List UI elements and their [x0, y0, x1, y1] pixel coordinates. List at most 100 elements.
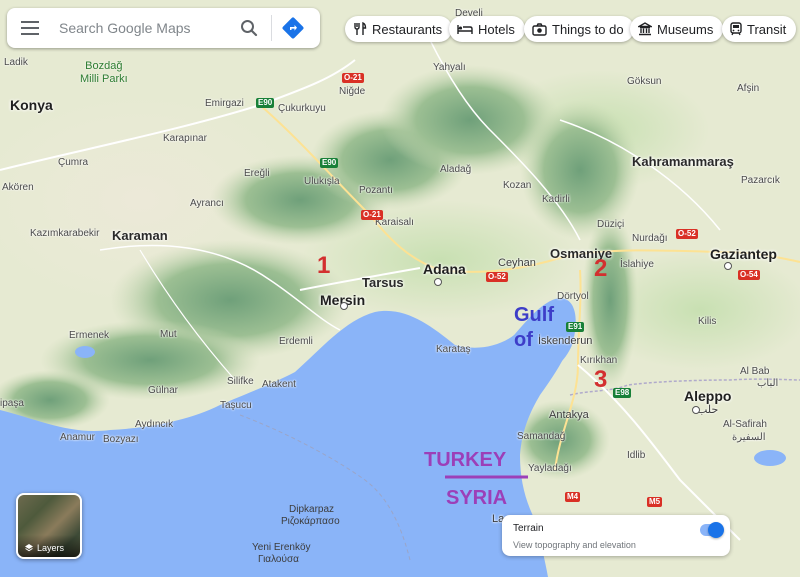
- terrain-subtitle: View topography and elevation: [513, 540, 636, 550]
- place-silifke[interactable]: Silifke: [227, 377, 254, 387]
- layers-icon: [25, 544, 33, 552]
- place-kozan[interactable]: Kozan: [503, 181, 531, 191]
- terrain-card: Terrain View topography and elevation: [502, 515, 730, 556]
- place-yayladagi[interactable]: Yayladağı: [528, 464, 572, 474]
- chip-label: Museums: [657, 21, 714, 37]
- place-ladik[interactable]: Ladik: [4, 58, 28, 68]
- annotation-of: of: [514, 329, 533, 351]
- search-input[interactable]: [57, 19, 231, 37]
- place-kazimkarabekir[interactable]: Kazımkarabekir: [30, 229, 99, 239]
- lake: [75, 346, 95, 358]
- place-ceyhan[interactable]: Ceyhan: [498, 258, 536, 269]
- annotation-number-1: 1: [317, 252, 331, 279]
- place-afsin[interactable]: Afşin: [737, 84, 759, 94]
- place-gaziantep[interactable]: Gaziantep: [710, 247, 777, 261]
- place-antakya[interactable]: Antakya: [549, 410, 589, 421]
- chip-label: Restaurants: [372, 21, 443, 37]
- annotation-gulf: Gulf: [514, 304, 554, 326]
- place-idlib[interactable]: Idlib: [627, 451, 645, 461]
- place-aleppo[interactable]: Aleppo: [684, 389, 731, 403]
- search-divider: [271, 15, 272, 41]
- road-shield: E98: [613, 388, 632, 398]
- road-shield: E90: [256, 98, 275, 108]
- place-dortyol[interactable]: Dörtyol: [557, 292, 589, 302]
- place-islahiye[interactable]: İslahiye: [620, 260, 654, 270]
- place-karatas[interactable]: Karataş: [436, 345, 470, 355]
- menu-icon[interactable]: [21, 21, 39, 35]
- place-duzici[interactable]: Düziçi: [597, 220, 624, 230]
- place-tasucu[interactable]: Taşucu: [220, 401, 252, 411]
- place-adana[interactable]: Adana: [423, 262, 466, 276]
- place-erdemli[interactable]: Erdemli: [279, 337, 313, 347]
- city-dot: [434, 278, 442, 286]
- place-yialousa: Γιαλούσα: [258, 554, 299, 565]
- annotation-number-2: 2: [594, 255, 608, 282]
- place-konya[interactable]: Konya: [10, 98, 53, 112]
- place-karapinar[interactable]: Karapınar: [163, 134, 207, 144]
- annotation-number-3: 3: [594, 366, 608, 393]
- lake-jabbul: [754, 450, 786, 466]
- road-shield: E91: [566, 322, 585, 332]
- place-ayranci[interactable]: Ayrancı: [190, 199, 224, 209]
- place-aleppo-arabic: حلب: [697, 404, 719, 416]
- place-bozyazi[interactable]: Bozyazı: [103, 435, 139, 445]
- road-shield: M5: [647, 497, 663, 507]
- place-kirikhan[interactable]: Kırıkhan: [580, 356, 617, 366]
- place-pasa[interactable]: ipaşa: [0, 399, 24, 409]
- road-shield: O-54: [738, 270, 760, 280]
- terrain-toggle[interactable]: [700, 522, 724, 538]
- place-al-bab-arabic: الباب: [757, 378, 779, 389]
- place-mut[interactable]: Mut: [160, 330, 177, 340]
- chip-hotels[interactable]: Hotels: [449, 16, 525, 42]
- place-eregli[interactable]: Ereğli: [244, 169, 270, 179]
- place-bozdag-park[interactable]: Bozdağ Milli Parkı: [80, 60, 128, 86]
- chip-transit[interactable]: Transit: [722, 16, 797, 42]
- place-pazarcik[interactable]: Pazarcık: [741, 176, 780, 186]
- directions-icon[interactable]: [280, 15, 306, 41]
- place-atakent[interactable]: Atakent: [262, 380, 296, 390]
- place-al-safirah[interactable]: Al-Safirah: [723, 420, 767, 430]
- city-dot: [724, 262, 732, 270]
- place-tarsus[interactable]: Tarsus: [362, 276, 404, 289]
- road-shield: O-21: [361, 210, 383, 220]
- fork-knife-icon: [354, 22, 367, 35]
- place-samandag[interactable]: Samandağ: [517, 432, 565, 442]
- toggle-knob: [708, 522, 724, 538]
- place-nurdagi[interactable]: Nurdağı: [632, 234, 668, 244]
- place-pozanti[interactable]: Pozantı: [359, 186, 393, 196]
- place-emirgazi[interactable]: Emirgazi: [205, 99, 244, 109]
- chip-things-to-do[interactable]: Things to do: [524, 16, 634, 42]
- place-kahramanmaras[interactable]: Kahramanmaraş: [632, 155, 734, 168]
- annotation-turkey: TURKEY: [424, 449, 507, 471]
- place-anamur[interactable]: Anamur: [60, 433, 95, 443]
- layers-button[interactable]: Layers: [16, 493, 82, 559]
- place-karaman[interactable]: Karaman: [112, 229, 168, 242]
- place-aladag[interactable]: Aladağ: [440, 165, 471, 175]
- search-box: [7, 8, 320, 48]
- annotation-syria: SYRIA: [446, 487, 508, 509]
- camera-icon: [532, 22, 547, 36]
- place-cukurkuyu[interactable]: Çukurkuyu: [278, 104, 326, 114]
- road-shield: O-52: [676, 229, 698, 239]
- chip-museums[interactable]: Museums: [630, 16, 724, 42]
- place-yahyali[interactable]: Yahyalı: [433, 63, 466, 73]
- place-gulnar[interactable]: Gülnar: [148, 386, 178, 396]
- place-ulukisla[interactable]: Ulukışla: [304, 177, 340, 187]
- place-kadirli[interactable]: Kadirli: [542, 195, 570, 205]
- place-akoren[interactable]: Akören: [2, 183, 34, 193]
- place-goksun[interactable]: Göksun: [627, 77, 661, 87]
- place-nigde[interactable]: Niğde: [339, 87, 365, 97]
- place-al-bab[interactable]: Al Bab: [740, 367, 769, 377]
- place-aydincik[interactable]: Aydıncık: [135, 420, 173, 430]
- bed-icon: [457, 25, 473, 34]
- chip-label: Hotels: [478, 21, 515, 37]
- chip-restaurants[interactable]: Restaurants: [345, 16, 453, 42]
- place-cumra[interactable]: Çumra: [58, 158, 88, 168]
- place-iskenderun[interactable]: İskenderun: [538, 336, 592, 347]
- place-dipkarpaz[interactable]: Dipkarpaz: [289, 505, 334, 515]
- place-yeni-erenkoy[interactable]: Yeni Erenköy: [252, 543, 311, 553]
- search-icon[interactable]: [237, 16, 261, 40]
- place-kilis[interactable]: Kilis: [698, 317, 716, 327]
- place-ermenek[interactable]: Ermenek: [69, 331, 109, 341]
- place-rizokarpaso: Ριζοκάρπασο: [281, 516, 340, 527]
